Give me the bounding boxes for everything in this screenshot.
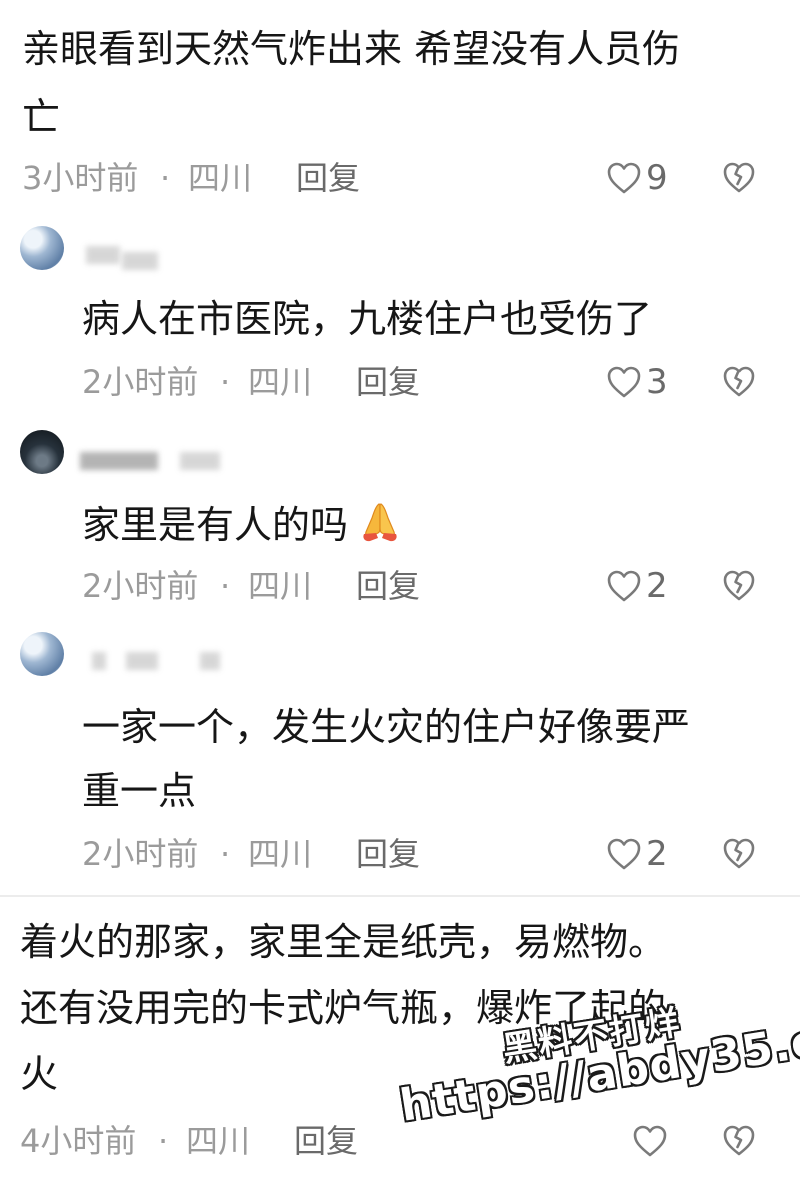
heart-outline-icon	[606, 569, 642, 603]
meta-separator: ·	[158, 1122, 169, 1160]
reply-button[interactable]: 回复	[356, 834, 420, 874]
comment-text-line: 重一点	[82, 769, 197, 813]
comment-text-line: 家里是有人的吗	[82, 500, 402, 548]
comment-location: 四川	[188, 159, 253, 197]
comment-location: 四川	[248, 835, 313, 873]
broken-heart-icon	[722, 568, 756, 602]
comment-text-line: 一家一个，发生火灾的住户好像要严	[82, 705, 691, 749]
dislike-button[interactable]	[722, 364, 756, 398]
comment-time: 3小时前	[22, 159, 139, 197]
like-count: 3	[646, 362, 668, 402]
meta-separator: ·	[220, 835, 231, 873]
comment-text-line: 亲眼看到天然气炸出来 希望没有人员伤	[22, 27, 681, 71]
comment-text-line: 亡	[22, 95, 61, 139]
comment-text: 家里是有人的吗	[82, 503, 349, 547]
like-count: 9	[646, 158, 668, 198]
comment-text-line: 病人在市医院，九楼住户也受伤了	[82, 297, 653, 341]
folded-hands-emoji	[358, 500, 402, 544]
heart-outline-icon	[606, 837, 642, 871]
like-button[interactable]: 2	[606, 834, 668, 874]
comment-time: 2小时前	[82, 567, 199, 605]
dislike-button[interactable]	[722, 160, 756, 194]
reply-button[interactable]: 回复	[356, 362, 420, 402]
comment-text-line: 火	[20, 1052, 59, 1096]
reply-button[interactable]: 回复	[296, 158, 360, 198]
like-button[interactable]: 2	[606, 566, 668, 606]
meta-separator: ·	[220, 363, 231, 401]
like-button[interactable]: 3	[606, 362, 668, 402]
comment-text-line: 着火的那家，家里全是纸壳，易燃物。	[20, 920, 667, 964]
comment-location: 四川	[248, 567, 313, 605]
dislike-button[interactable]	[722, 1123, 756, 1157]
username-blurred	[122, 252, 158, 270]
like-count: 2	[646, 834, 668, 874]
avatar[interactable]	[20, 632, 64, 676]
broken-heart-icon	[722, 836, 756, 870]
reply-button[interactable]: 回复	[356, 566, 420, 606]
heart-outline-icon	[606, 161, 642, 195]
comment-location: 四川	[248, 363, 313, 401]
meta-separator: ·	[220, 567, 231, 605]
username-blurred	[200, 652, 220, 670]
broken-heart-icon	[722, 160, 756, 194]
broken-heart-icon	[722, 1123, 756, 1157]
comment-time: 2小时前	[82, 363, 199, 401]
like-button[interactable]: 9	[606, 158, 668, 198]
username-blurred	[80, 452, 158, 470]
comment-location: 四川	[186, 1122, 251, 1160]
username-blurred	[180, 452, 220, 470]
comment-panel-top: 亲眼看到天然气炸出来 希望没有人员伤 亡 3小时前 · 四川 回复 9 病人在市…	[0, 0, 800, 893]
heart-outline-icon	[606, 365, 642, 399]
broken-heart-icon	[722, 364, 756, 398]
comment-time: 4小时前	[20, 1122, 137, 1160]
username-blurred	[92, 652, 106, 670]
avatar[interactable]	[20, 430, 64, 474]
dislike-button[interactable]	[722, 836, 756, 870]
reply-button[interactable]: 回复	[294, 1121, 358, 1161]
dislike-button[interactable]	[722, 568, 756, 602]
username-blurred	[126, 652, 158, 670]
username-blurred	[86, 246, 120, 264]
meta-separator: ·	[160, 159, 171, 197]
avatar[interactable]	[20, 226, 64, 270]
comment-time: 2小时前	[82, 835, 199, 873]
like-count: 2	[646, 566, 668, 606]
